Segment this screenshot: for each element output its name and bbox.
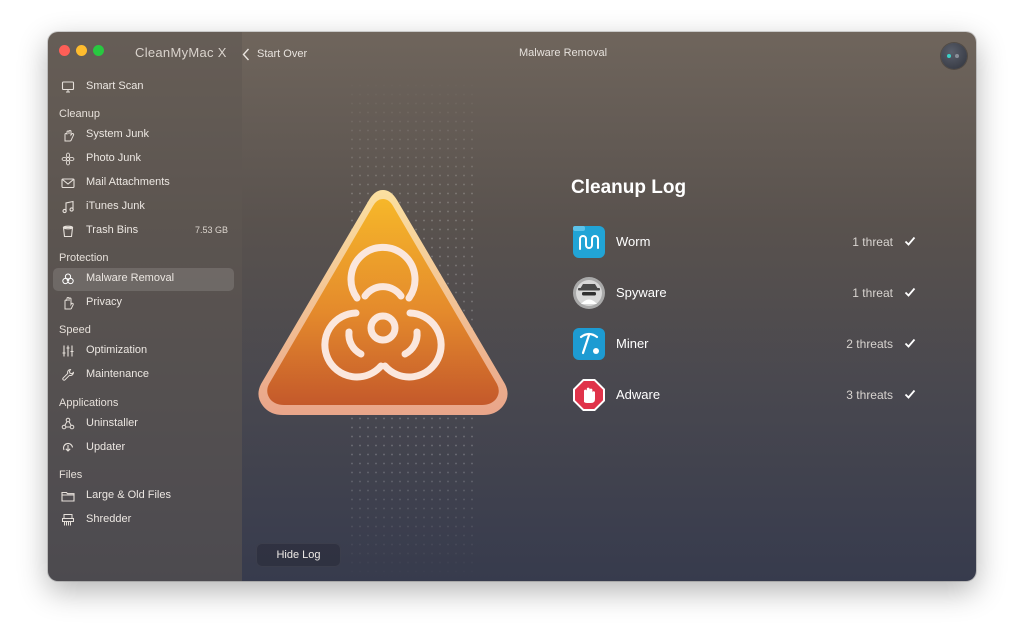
sidebar-item-label: Trash Bins bbox=[86, 224, 139, 236]
mail-icon bbox=[61, 178, 75, 189]
worm-icon bbox=[573, 226, 605, 258]
spyware-icon bbox=[573, 277, 605, 309]
uninstaller-icon bbox=[61, 417, 75, 430]
threat-name: Spyware bbox=[616, 285, 667, 300]
sidebar-item-label: Shredder bbox=[86, 513, 132, 525]
app-window: CleanMyMac X Smart Scan Cleanup System J… bbox=[48, 32, 976, 581]
biohazard-icon bbox=[62, 273, 74, 285]
app-title: CleanMyMac X bbox=[135, 45, 227, 60]
close-window-button[interactable] bbox=[59, 45, 70, 56]
sidebar-item-label: Updater bbox=[86, 441, 126, 453]
threat-count: 1 threat bbox=[852, 286, 893, 300]
sidebar-item-photo-junk[interactable]: Photo Junk bbox=[53, 148, 234, 171]
minimize-window-button[interactable] bbox=[76, 45, 87, 56]
section-title-files: Files bbox=[59, 469, 83, 481]
start-over-button[interactable]: Start Over bbox=[242, 46, 307, 62]
sidebar-item-label: Photo Junk bbox=[86, 152, 142, 164]
flower-icon bbox=[61, 152, 75, 166]
sidebar-item-label: System Junk bbox=[86, 128, 149, 140]
sidebar-item-updater[interactable]: Updater bbox=[53, 437, 234, 460]
monitor-icon bbox=[61, 81, 75, 93]
assistant-button[interactable] bbox=[941, 43, 967, 69]
sidebar-item-label: Uninstaller bbox=[86, 417, 138, 429]
miner-icon bbox=[573, 328, 605, 360]
section-title-cleanup: Cleanup bbox=[59, 108, 100, 120]
threat-name: Worm bbox=[616, 234, 651, 249]
threat-count: 2 threats bbox=[846, 337, 893, 351]
section-title-applications: Applications bbox=[59, 397, 119, 409]
sidebar-item-label: Smart Scan bbox=[86, 80, 144, 92]
page-title: Malware Removal bbox=[518, 47, 608, 59]
music-icon bbox=[62, 200, 74, 214]
hide-log-button[interactable]: Hide Log bbox=[256, 543, 341, 567]
sidebar-item-label: Maintenance bbox=[86, 368, 149, 380]
biohazard-warning-icon bbox=[258, 190, 508, 415]
threat-row-spyware: Spyware 1 threat bbox=[572, 276, 917, 310]
sliders-icon bbox=[62, 345, 74, 357]
sidebar-item-uninstaller[interactable]: Uninstaller bbox=[53, 413, 234, 436]
checkmark-icon bbox=[904, 287, 916, 297]
sidebar-item-optimization[interactable]: Optimization bbox=[53, 340, 234, 363]
sidebar: CleanMyMac X Smart Scan Cleanup System J… bbox=[48, 32, 242, 581]
updater-icon bbox=[62, 442, 74, 452]
trash-size-value: 7.53 GB bbox=[194, 225, 228, 235]
folder-icon bbox=[61, 491, 75, 502]
threat-row-adware: Adware 3 threats bbox=[572, 378, 917, 412]
sidebar-item-shredder[interactable]: Shredder bbox=[53, 509, 234, 532]
wrench-icon bbox=[62, 368, 75, 381]
sidebar-item-label: Malware Removal bbox=[86, 272, 175, 284]
sidebar-item-label: Privacy bbox=[86, 296, 123, 308]
sidebar-item-system-junk[interactable]: System Junk bbox=[53, 124, 234, 147]
trash-icon bbox=[62, 225, 74, 238]
sidebar-item-label: Optimization bbox=[86, 344, 148, 356]
zoom-window-button[interactable] bbox=[93, 45, 104, 56]
section-title-speed: Speed bbox=[59, 324, 91, 336]
sidebar-item-mail-attachments[interactable]: Mail Attachments bbox=[53, 172, 234, 195]
sidebar-item-malware-removal[interactable]: Malware Removal bbox=[53, 268, 234, 291]
cleanup-log-title: Cleanup Log bbox=[571, 177, 687, 198]
sidebar-item-trash-bins[interactable]: Trash Bins 7.53 GB bbox=[53, 220, 234, 243]
sidebar-item-label: Mail Attachments bbox=[86, 176, 170, 188]
sidebar-item-large-old-files[interactable]: Large & Old Files bbox=[53, 485, 234, 508]
adware-icon bbox=[573, 379, 605, 411]
checkmark-icon bbox=[904, 338, 916, 348]
threat-count: 1 threat bbox=[852, 235, 893, 249]
threat-name: Adware bbox=[616, 387, 661, 402]
threat-name: Miner bbox=[616, 336, 649, 351]
sidebar-item-privacy[interactable]: Privacy bbox=[53, 292, 234, 315]
checkmark-icon bbox=[904, 389, 916, 399]
sidebar-item-label: Large & Old Files bbox=[86, 489, 171, 501]
checkmark-icon bbox=[904, 236, 916, 246]
threat-row-worm: Worm 1 threat bbox=[572, 225, 917, 259]
threat-count: 3 threats bbox=[846, 388, 893, 402]
section-title-protection: Protection bbox=[59, 252, 109, 264]
sidebar-item-maintenance[interactable]: Maintenance bbox=[53, 364, 234, 387]
sidebar-item-label: iTunes Junk bbox=[86, 200, 145, 212]
shredder-icon bbox=[62, 514, 74, 526]
threat-row-miner: Miner 2 threats bbox=[572, 327, 917, 361]
start-over-label: Start Over bbox=[257, 48, 308, 60]
sidebar-item-smart-scan[interactable]: Smart Scan bbox=[53, 76, 234, 99]
chevron-left-icon bbox=[242, 48, 250, 60]
hand-icon bbox=[64, 130, 75, 142]
hand-stop-icon bbox=[64, 297, 74, 310]
sidebar-item-itunes-junk[interactable]: iTunes Junk bbox=[53, 196, 234, 219]
